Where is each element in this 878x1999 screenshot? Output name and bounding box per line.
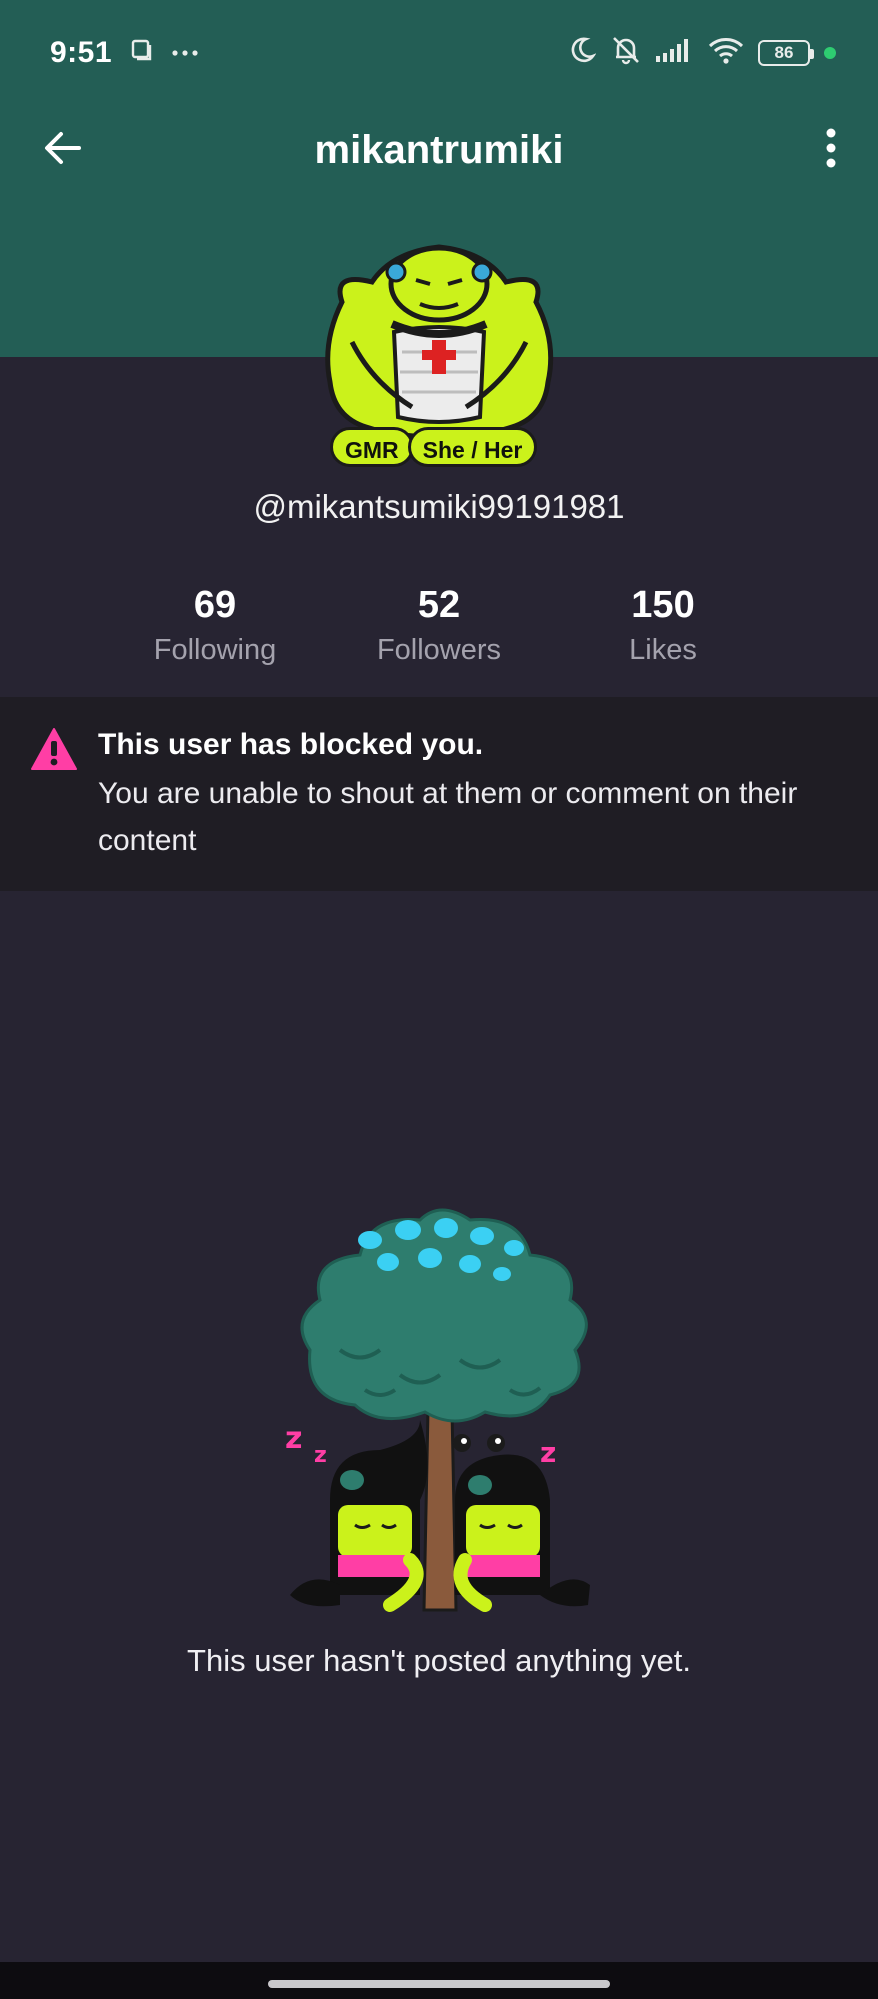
stat-value: 52 [417,584,461,626]
more-dots-icon [172,44,198,62]
status-time: 9:51 [50,35,113,69]
stat-likes[interactable]: 150 Likes [553,582,773,672]
badge-gmr: GMR [330,427,414,467]
stat-label: Following [153,634,277,666]
svg-text:z: z [285,1421,302,1456]
stat-value: 150 [631,584,695,626]
page-title: mikantrumiki [314,127,564,172]
system-nav-bar [0,1962,878,1999]
moon-icon [568,36,597,69]
stat-followers[interactable]: 52 Followers [329,582,549,672]
status-bar: 9:51 86 [0,0,878,105]
badge-pronouns: She / Her [407,427,538,467]
stat-label: Likes [629,634,697,666]
top-app-bar: mikantrumiki [0,105,878,195]
blocked-notice-title: This user has blocked you. [98,728,484,761]
bell-off-icon [610,35,642,70]
more-options-button[interactable] [806,123,856,177]
wifi-icon [708,36,744,69]
back-button[interactable] [38,125,88,175]
profile-stats: 69 Following 52 Followers 150 Likes [0,582,878,672]
more-vertical-icon [825,128,837,173]
warning-triangle-icon [30,727,78,776]
profile-screen: 9:51 86 mikantrumiki GMR She / Her @mika… [0,0,878,1999]
profile-badges: GMR She / Her [330,427,538,467]
arrow-left-icon [43,130,83,171]
recent-apps-icon [130,38,154,67]
blocked-notice-body: You are unable to shout at them or comme… [98,777,798,857]
sleeping-creatures-illustration: z z z [270,1200,610,1620]
stat-value: 69 [193,584,237,626]
svg-text:z: z [314,1443,327,1468]
empty-state-message: This user hasn't posted anything yet. [187,1643,691,1678]
user-handle: @mikantsumiki99191981 [253,488,625,525]
stat-following[interactable]: 69 Following [105,582,325,672]
home-gesture-handle[interactable] [268,1980,610,1988]
svg-text:z: z [540,1436,556,1469]
green-dot-icon [824,46,836,59]
battery-icon: 86 [758,39,814,66]
stat-label: Followers [376,634,502,666]
signal-icon [656,38,694,67]
